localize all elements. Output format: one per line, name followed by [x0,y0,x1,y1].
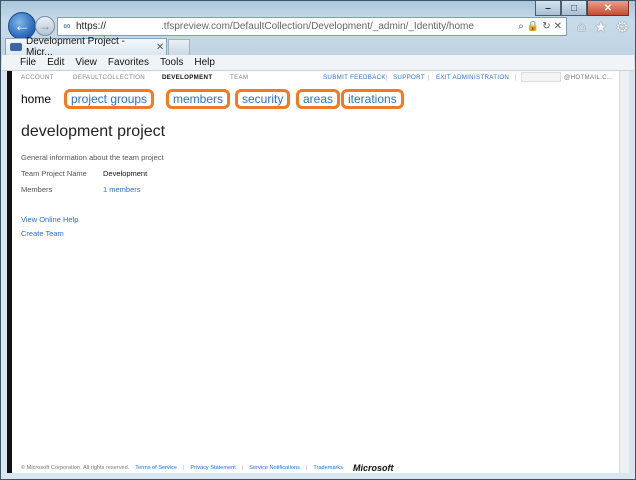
project-name-label: Team Project Name [21,169,87,178]
tab-members[interactable]: members [166,89,231,109]
menu-tools[interactable]: Tools [160,57,183,68]
separator: | [515,74,517,81]
separator: | [386,74,388,81]
stop-icon[interactable]: ✕ [554,21,562,32]
terms-of-service-link[interactable]: Terms of Service [135,465,177,471]
separator: | [305,465,308,471]
crumb-account[interactable]: ACCOUNT [21,74,54,81]
page-subtitle: General information about the team proje… [21,153,164,162]
arrow-right-icon: → [39,19,51,33]
gear-icon[interactable]: ⚙ [616,18,629,36]
trademarks-link[interactable]: Trademarks [313,465,343,471]
crumb-team[interactable]: TEAM [230,74,248,81]
menu-edit[interactable]: Edit [47,57,64,68]
vertical-scrollbar[interactable] [619,71,629,473]
menu-favorites[interactable]: Favorites [108,57,149,68]
address-tools: ⌕ 🔒 ↻ ✕ [518,21,566,32]
page-content-area: ACCOUNT DEFAULTCOLLECTION DEVELOPMENT TE… [7,71,619,473]
copyright-text: © Microsoft Corporation. All rights rese… [21,465,130,471]
members-count-link[interactable]: 1 members [103,185,141,194]
address-url: .tfspreview.com/DefaultCollection/Develo… [161,21,474,32]
tab-project-groups[interactable]: project groups [64,89,155,109]
main-content: development project General information … [21,123,165,243]
tab-areas[interactable]: areas [296,89,341,109]
minimize-button[interactable]: – [535,1,561,16]
tfs-navigation-bar: ACCOUNT DEFAULTCOLLECTION DEVELOPMENT TE… [21,72,621,84]
help-links: View Online Help Create Team [21,215,165,238]
new-tab-button[interactable] [168,39,190,55]
menu-view[interactable]: View [75,57,97,68]
service-notifications-link[interactable]: Service Notifications [249,465,300,471]
refresh-icon[interactable]: ↻ [542,21,550,32]
tab-home[interactable]: home [21,92,51,106]
separator: | [241,465,244,471]
exit-administration-link[interactable]: EXIT ADMINISTRATION [436,74,509,81]
address-scheme: https:// [76,21,107,32]
create-team-link[interactable]: Create Team [21,229,165,238]
browser-window: – □ ✕ ← → ∞ https:// .tfspreview.com/Def… [0,0,636,480]
separator: | [428,74,430,81]
tab-iterations[interactable]: iterations [341,89,404,109]
info-row-members: Members 1 members [21,185,165,194]
user-account[interactable]: @HOTMAIL.C... [564,74,613,81]
privacy-statement-link[interactable]: Privacy Statement [190,465,235,471]
support-link[interactable]: SUPPORT [393,74,425,81]
info-row-project-name: Team Project Name Development [21,169,165,178]
lock-icon[interactable]: 🔒 [527,21,539,32]
view-online-help-link[interactable]: View Online Help [21,215,165,224]
microsoft-logo: Microsoft [353,463,394,473]
crumb-project[interactable]: DEVELOPMENT [162,74,212,81]
submit-feedback-link[interactable]: SUBMIT FEEDBACK [323,74,386,81]
address-bar[interactable]: ∞ https:// .tfspreview.com/DefaultCollec… [57,17,567,36]
site-icon: ∞ [63,21,71,32]
user-name-box[interactable] [521,72,561,82]
arrow-left-icon: ← [13,16,31,35]
browser-tab[interactable]: Development Project - Micr... ✕ [5,36,167,58]
members-label: Members [21,185,53,194]
page-viewport: ACCOUNT DEFAULTCOLLECTION DEVELOPMENT TE… [7,71,629,473]
menu-file[interactable]: File [20,57,36,68]
tab-favicon-icon [10,43,22,51]
menu-bar: File Edit View Favorites Tools Help [2,55,634,71]
page-footer: © Microsoft Corporation. All rights rese… [21,463,621,473]
close-button[interactable]: ✕ [587,1,629,16]
admin-hub-tabs: home project groups members security are… [12,86,624,112]
project-name-value: Development [103,169,148,178]
window-controls: – □ ✕ [535,1,629,16]
tab-security[interactable]: security [235,89,291,109]
forward-button[interactable]: → [35,16,55,36]
maximize-button[interactable]: □ [561,1,587,16]
menu-help[interactable]: Help [194,57,215,68]
favorites-star-icon[interactable]: ★ [594,18,607,36]
crumb-collection[interactable]: DEFAULTCOLLECTION [73,74,145,81]
search-icon[interactable]: ⌕ [518,21,524,32]
separator: | [182,465,185,471]
tab-close-icon[interactable]: ✕ [154,42,166,53]
browser-top-icons: ⌂ ★ ⚙ [577,18,629,36]
home-icon[interactable]: ⌂ [577,18,586,36]
page-title: development project [21,123,166,140]
